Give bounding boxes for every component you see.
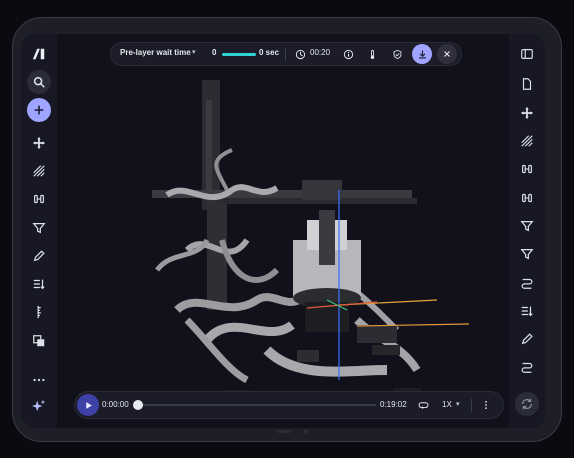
align-icon	[522, 164, 532, 174]
download-icon	[418, 49, 426, 58]
model-viewport[interactable]	[57, 70, 509, 411]
filter-icon	[32, 223, 46, 234]
app-screen: Pre-layer wait time ▾ 0 0 sec 00:20 0:00…	[21, 34, 545, 428]
time-value: 00:20	[310, 48, 331, 57]
panel-toggle-button[interactable]	[515, 42, 539, 66]
top-toolbar: Pre-layer wait time ▾ 0 0 sec 00:20	[110, 42, 462, 66]
add-button[interactable]	[27, 98, 51, 122]
close-icon	[444, 51, 450, 57]
play-button[interactable]	[77, 394, 99, 416]
thermometer-icon	[370, 49, 374, 59]
route-icon	[521, 362, 533, 373]
sync-button[interactable]	[515, 392, 539, 416]
pencil-tool-button[interactable]	[27, 244, 51, 268]
ellipsis-icon	[33, 378, 45, 382]
more-options-button[interactable]	[479, 398, 493, 412]
align-tool-button-right-1[interactable]	[515, 157, 539, 181]
speed-selector[interactable]: 1X	[442, 400, 452, 409]
sparkle-icon	[32, 399, 46, 412]
document-button[interactable]	[515, 72, 539, 96]
sidebar-panel-icon	[521, 49, 533, 59]
vertical-ellipsis-icon	[485, 401, 487, 409]
printed-part-render	[152, 80, 470, 411]
shield-button[interactable]	[390, 47, 404, 61]
hatch-tool-button[interactable]	[27, 159, 51, 183]
filter-button-right-2[interactable]	[515, 242, 539, 266]
playback-track[interactable]	[138, 404, 376, 406]
pencil-icon	[33, 250, 45, 262]
layers-icon	[33, 335, 45, 347]
sort-lines-icon	[33, 279, 45, 290]
camera-dot	[303, 429, 308, 434]
route-button-2[interactable]	[515, 355, 539, 379]
wait-time-slider[interactable]	[222, 53, 256, 56]
move-arrows-icon	[520, 106, 534, 120]
move-arrows-icon	[32, 136, 46, 150]
playback-thumb[interactable]	[133, 400, 143, 410]
ruler-icon	[37, 305, 41, 319]
filter-icon	[520, 221, 534, 232]
filter-button[interactable]	[27, 216, 51, 240]
shield-check-icon	[393, 49, 401, 59]
route-button[interactable]	[515, 271, 539, 295]
current-time: 0:00:00	[102, 400, 129, 409]
align-tool-button-right-2[interactable]	[515, 186, 539, 210]
mode-dropdown-label[interactable]: Pre-layer wait time	[120, 48, 191, 57]
loop-icon	[418, 401, 428, 409]
chevron-down-icon[interactable]: ▾	[192, 48, 196, 56]
chevron-down-icon[interactable]: ▾	[456, 400, 460, 408]
playback-divider	[471, 399, 472, 412]
layers-button[interactable]	[27, 329, 51, 353]
slider-min-value: 0	[212, 48, 217, 57]
search-button[interactable]	[27, 70, 51, 94]
toolbar-divider	[285, 48, 286, 61]
move-tool-button[interactable]	[27, 131, 51, 155]
ai-assist-button[interactable]	[27, 394, 51, 418]
home-indicator	[277, 430, 291, 433]
plus-icon	[34, 105, 44, 115]
search-icon	[33, 76, 45, 88]
align-icon	[522, 193, 532, 203]
more-tools-button[interactable]	[27, 368, 51, 392]
hatch-icon	[521, 135, 533, 147]
route-icon	[521, 278, 533, 289]
play-icon	[85, 401, 92, 409]
sort-button-right[interactable]	[515, 299, 539, 323]
clock-icon	[293, 47, 307, 61]
total-time: 0:19:02	[380, 400, 407, 409]
sort-lines-icon	[521, 306, 533, 317]
hatch-icon	[33, 165, 45, 177]
right-toolbar	[509, 34, 545, 428]
align-icon	[34, 194, 44, 204]
move-tool-button-right[interactable]	[515, 101, 539, 125]
download-button[interactable]	[412, 44, 432, 64]
slider-value-label: 0 sec	[259, 48, 280, 57]
align-tool-button[interactable]	[27, 187, 51, 211]
close-button[interactable]	[437, 44, 457, 64]
filter-icon	[520, 249, 534, 260]
info-icon	[343, 49, 353, 59]
sort-button[interactable]	[27, 272, 51, 296]
pencil-tool-button-right[interactable]	[515, 327, 539, 351]
ruler-button[interactable]	[27, 300, 51, 324]
sync-icon	[522, 398, 532, 410]
hatch-tool-button-right[interactable]	[515, 129, 539, 153]
app-logo-icon	[27, 42, 51, 66]
pencil-icon	[521, 333, 533, 345]
temperature-button[interactable]	[365, 47, 379, 61]
document-icon	[522, 78, 532, 90]
left-toolbar	[21, 34, 57, 428]
loop-button[interactable]	[416, 398, 430, 412]
filter-button-right-1[interactable]	[515, 214, 539, 238]
playback-bar: 0:00:00 0:19:02 1X ▾	[74, 391, 504, 419]
info-button[interactable]	[341, 47, 355, 61]
